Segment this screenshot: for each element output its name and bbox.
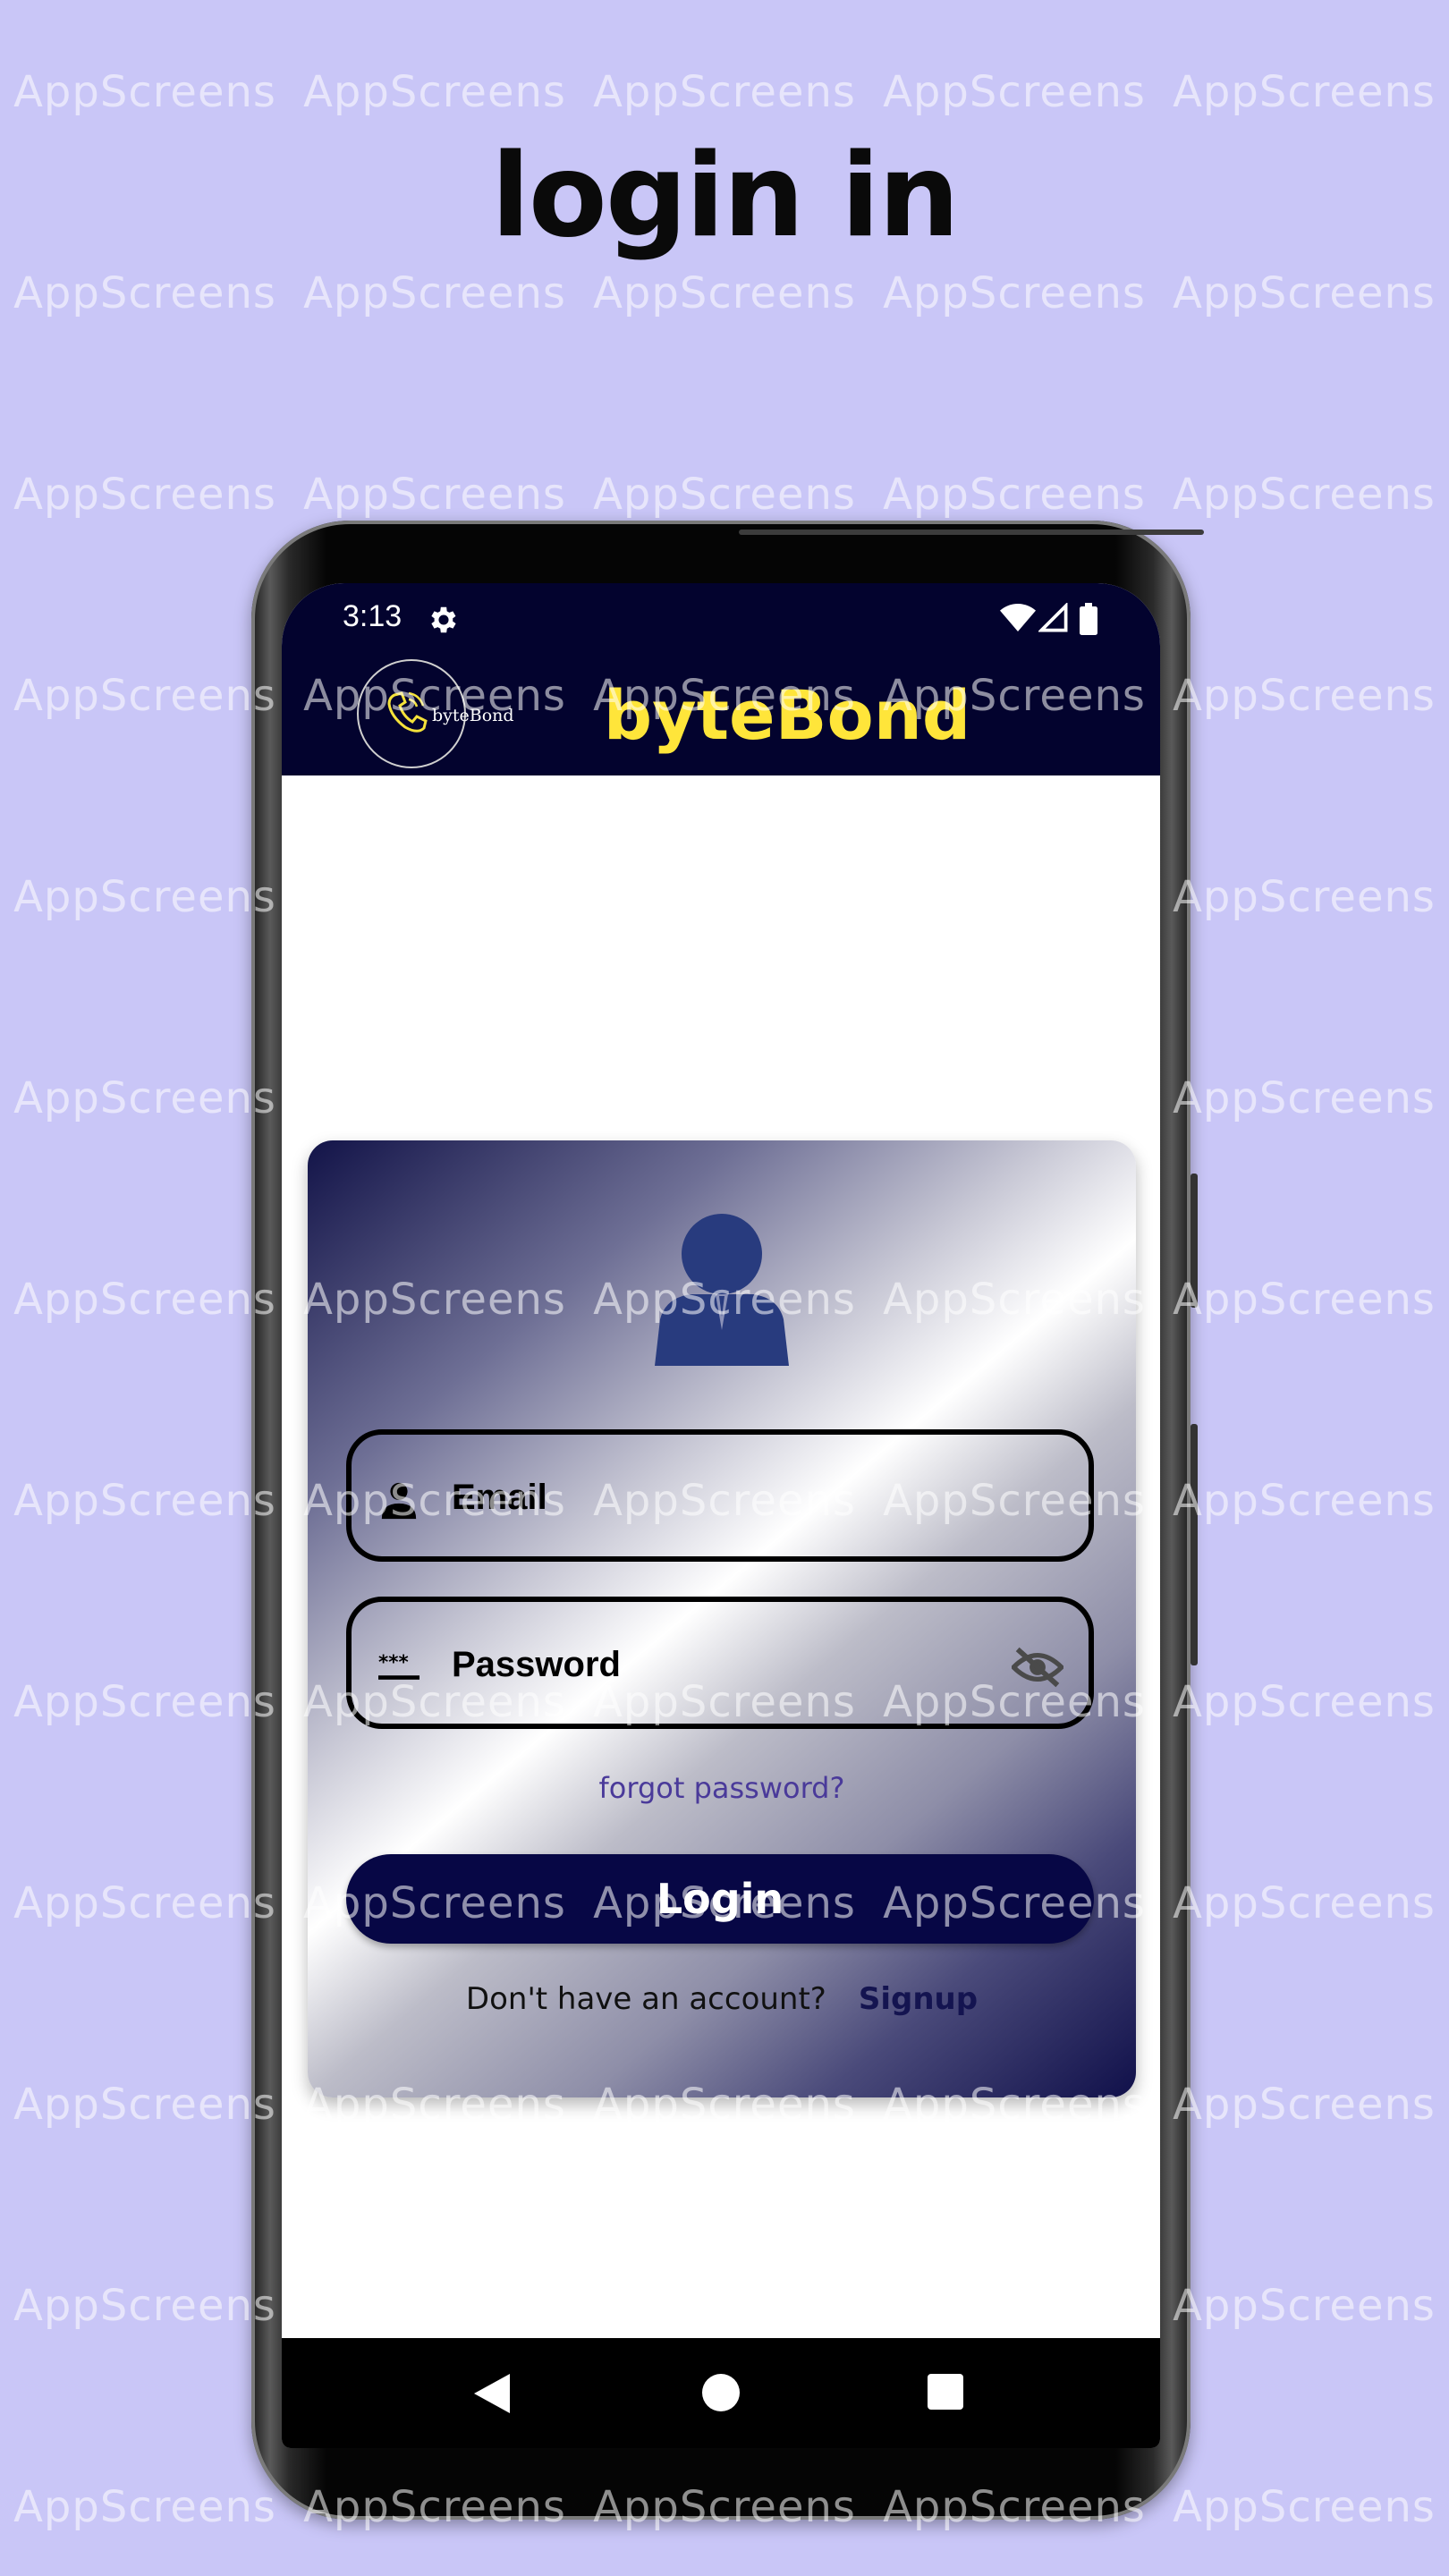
watermark-text: AppScreens	[303, 67, 566, 117]
email-label: Email	[452, 1478, 547, 1517]
watermark-text: AppScreens	[1173, 671, 1436, 721]
visibility-off-icon[interactable]	[1012, 1645, 1063, 1690]
watermark-text: AppScreens	[303, 268, 566, 318]
phone-frame: 3:13 byteBond byteBond Email *** Passwor…	[251, 521, 1204, 2520]
watermark-text: AppScreens	[593, 67, 856, 117]
watermark-text: AppScreens	[1173, 1878, 1436, 1928]
watermark-text: AppScreens	[13, 671, 276, 721]
watermark-text: AppScreens	[1173, 1677, 1436, 1727]
password-label: Password	[452, 1645, 621, 1684]
watermark-text: AppScreens	[883, 470, 1146, 520]
watermark-text: AppScreens	[13, 2080, 276, 2130]
settings-icon	[431, 606, 456, 633]
password-icon: ***	[378, 1652, 419, 1680]
app-bar: byteBond byteBond	[282, 655, 1160, 775]
person-icon	[655, 1214, 789, 1366]
svg-text:***: ***	[378, 1652, 409, 1674]
watermark-text: AppScreens	[303, 470, 566, 520]
signal-icon	[1038, 603, 1068, 632]
user-icon	[381, 1482, 417, 1520]
signup-row: Don't have an account? Signup	[308, 1981, 1136, 2017]
watermark-text: AppScreens	[883, 67, 1146, 117]
watermark-text: AppScreens	[13, 2281, 276, 2331]
watermark-text: AppScreens	[1173, 470, 1436, 520]
status-bar: 3:13	[282, 583, 1160, 655]
watermark-text: AppScreens	[13, 268, 276, 318]
watermark-text: AppScreens	[13, 1476, 276, 1526]
battery-icon	[1080, 603, 1097, 635]
watermark-text: AppScreens	[1173, 2482, 1436, 2532]
home-icon[interactable]	[702, 2374, 740, 2411]
watermark-text: AppScreens	[13, 1677, 276, 1727]
back-icon[interactable]	[474, 2374, 510, 2413]
watermark-text: AppScreens	[593, 470, 856, 520]
navigation-bar	[282, 2338, 1160, 2448]
login-button[interactable]: Login	[346, 1854, 1094, 1944]
watermark-text: AppScreens	[593, 268, 856, 318]
watermark-text: AppScreens	[1173, 1476, 1436, 1526]
watermark-text: AppScreens	[1173, 268, 1436, 318]
login-card: Email *** Password forgot password? Logi…	[308, 1140, 1136, 2097]
watermark-text: AppScreens	[1173, 2080, 1436, 2130]
phone-screen: 3:13 byteBond byteBond Email *** Passwor…	[282, 583, 1160, 2448]
watermark-text: AppScreens	[13, 470, 276, 520]
watermark-text: AppScreens	[1173, 1073, 1436, 1123]
recents-icon[interactable]	[928, 2374, 963, 2410]
watermark-text: AppScreens	[13, 872, 276, 922]
wifi-icon	[1000, 604, 1036, 631]
watermark-text: AppScreens	[1173, 1275, 1436, 1325]
watermark-text: AppScreens	[1173, 67, 1436, 117]
watermark-text: AppScreens	[883, 268, 1146, 318]
watermark-text: AppScreens	[1173, 872, 1436, 922]
email-field[interactable]: Email	[346, 1429, 1094, 1562]
page-headline: login in	[491, 130, 960, 263]
watermark-text: AppScreens	[13, 67, 276, 117]
phone-speaker	[739, 530, 1204, 535]
watermark-text: AppScreens	[1173, 2281, 1436, 2331]
signup-prompt: Don't have an account?	[465, 1981, 826, 2017]
status-time: 3:13	[343, 599, 402, 633]
watermark-text: AppScreens	[13, 1073, 276, 1123]
watermark-text: AppScreens	[13, 1275, 276, 1325]
password-field[interactable]: *** Password	[346, 1597, 1094, 1729]
watermark-text: AppScreens	[13, 2482, 276, 2532]
power-button	[1191, 1424, 1198, 1665]
volume-button	[1191, 1174, 1198, 1308]
forgot-password-link[interactable]: forgot password?	[308, 1771, 1136, 1805]
signup-link[interactable]: Signup	[859, 1981, 978, 2017]
app-title: byteBond	[603, 675, 971, 755]
watermark-text: AppScreens	[13, 1878, 276, 1928]
